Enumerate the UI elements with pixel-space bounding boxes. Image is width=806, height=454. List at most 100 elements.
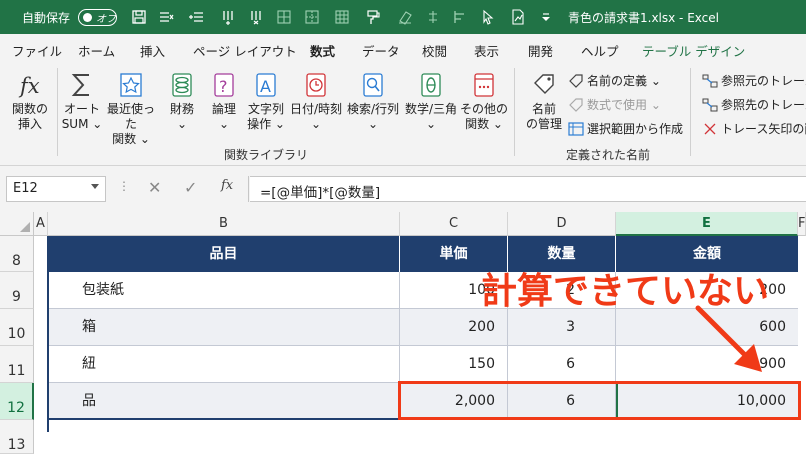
cell-price[interactable]: 200 [400,309,508,346]
logical-label-2: ⌄ [218,117,230,131]
tab-table-design[interactable]: テーブル デザイン [642,41,745,60]
grid-icon[interactable] [334,9,350,25]
group-label-function-library: 関数ライブラリ [224,148,309,162]
lookup-functions-button[interactable]: 検索/行列 ⌄ [344,70,402,132]
name-box[interactable]: E12 [6,176,106,202]
insert-columns-icon[interactable] [220,9,236,25]
trace-precedents-button[interactable]: 参照元のトレース [702,72,806,89]
row-header-10[interactable]: 10 [0,309,34,346]
select-all-button[interactable] [0,212,34,236]
define-name-button[interactable]: 名前の定義 ⌄ [568,72,661,89]
star-icon [117,70,145,100]
cell-item[interactable]: 箱 [48,309,400,346]
datetime-functions-button[interactable]: 日付/時刻 ⌄ [288,70,344,132]
ribbon-separator [514,68,515,156]
financial-functions-button[interactable]: 財務 ⌄ [162,70,202,132]
tab-help[interactable]: ヘルプ [581,41,619,60]
document-icon[interactable] [510,9,526,25]
save-icon[interactable] [131,9,147,25]
text-functions-button[interactable]: A 文字列 操作 ⌄ [244,70,288,132]
cancel-icon[interactable]: ✕ [148,178,161,197]
autosave-toggle[interactable]: オフ [78,9,117,26]
tab-formulas[interactable]: 数式 [310,41,336,66]
cell-item[interactable]: 品 [48,383,400,420]
math-label-2: ⌄ [425,117,437,131]
formula-tag-icon [569,97,583,112]
table-row: 紐 150 6 900 [48,346,798,383]
remove-arrows-button[interactable]: トレース矢印の削除 [702,120,806,137]
financial-label-1: 財務 [169,102,194,116]
use-in-formula-label: 数式で使用 ⌄ [587,98,661,112]
create-from-selection-button[interactable]: 選択範囲から作成 [568,120,683,137]
tag-small-icon [569,73,583,88]
tab-developer[interactable]: 開発 [528,41,553,60]
delete-columns-icon[interactable] [248,9,264,25]
header-cell-item[interactable]: 品目 [48,236,400,272]
tab-insert[interactable]: 挿入 [140,41,165,60]
clear-format-icon[interactable] [397,9,413,25]
insert-rows-icon[interactable] [188,9,204,25]
text-a-icon: A [252,70,280,100]
cell-item[interactable]: 紐 [48,346,400,383]
borders-all-icon[interactable] [276,9,292,25]
tag-icon [530,70,558,100]
logical-functions-button[interactable]: ? 論理 ⌄ [204,70,244,132]
header-cell-price[interactable]: 単価 [400,236,508,272]
row-header-11[interactable]: 11 [0,346,34,383]
cell-qty[interactable]: 6 [508,346,616,383]
header-cell-amount[interactable]: 金額 [616,236,798,272]
tab-view[interactable]: 表示 [474,41,499,60]
align-icon[interactable] [452,9,468,25]
format-painter-icon[interactable] [365,9,381,25]
tab-page-layout[interactable]: ページ レイアウト [193,41,297,60]
enter-icon[interactable]: ✓ [184,178,197,197]
tab-review[interactable]: 校閲 [422,41,447,60]
cell-item[interactable]: 包装紙 [48,272,400,309]
column-header-e[interactable]: E [616,212,798,236]
trace-precedents-label: 参照元のトレース [721,74,806,88]
theta-icon [417,70,445,100]
tab-data[interactable]: データ [362,41,400,60]
create-from-selection-label: 選択範囲から作成 [587,122,684,136]
text-label-1: 文字列 [247,102,284,116]
tab-file[interactable]: ファイル [12,41,62,60]
row-header-12[interactable]: 12 [0,383,34,420]
lookup-label-1: 検索/行列 [346,102,400,116]
formula-input[interactable]: =[@単価]*[@数量] [250,176,806,202]
recent-label-2: 関数 ⌄ [112,132,150,146]
row-header-13[interactable]: 13 [0,420,34,454]
table-row: 箱 200 3 600 [48,309,798,346]
cell-price[interactable]: 150 [400,346,508,383]
svg-text:?: ? [219,77,228,96]
borders-icon[interactable] [304,9,320,25]
trace-dependents-button[interactable]: 参照先のトレース [702,96,806,113]
window-title: 青色の請求書1.xlsx - Excel [568,11,719,25]
datetime-label-1: 日付/時刻 [289,102,343,116]
row-header-8[interactable]: 8 [0,236,34,272]
recent-functions-button[interactable]: 最近使った 関数 ⌄ [102,70,160,147]
formula-bar: E12 ⋮ ✕ ✓ fx =[@単価]*[@数量] [0,166,806,212]
merge-icon[interactable] [425,9,441,25]
pointer-icon[interactable] [480,9,496,25]
tab-home[interactable]: ホーム [78,41,115,60]
use-in-formula-button[interactable]: 数式で使用 ⌄ [568,96,661,113]
column-header-f[interactable]: F [798,212,806,236]
math-functions-button[interactable]: 数学/三角 ⌄ [402,70,460,132]
ribbon-tabs: ファイル ホーム 挿入 ページ レイアウト 数式 データ 校閲 表示 開発 ヘル… [0,34,806,66]
customize-qat-icon[interactable] [538,9,554,25]
column-header-d[interactable]: D [508,212,616,236]
fx-icon: fx [16,70,44,100]
column-header-c[interactable]: C [400,212,508,236]
autosum-button[interactable]: オート SUM ⌄ [60,70,104,132]
insert-function-icon[interactable]: fx [221,178,233,193]
column-header-a[interactable]: A [34,212,48,236]
name-box-value: E12 [13,181,38,196]
name-manager-button[interactable]: 名前 の管理 [522,70,566,132]
header-cell-qty[interactable]: 数量 [508,236,616,272]
row-header-9[interactable]: 9 [0,272,34,309]
more-functions-button[interactable]: その他の 関数 ⌄ [460,70,508,132]
delete-rows-icon[interactable] [158,9,174,25]
column-header-b[interactable]: B [48,212,400,236]
cell-qty[interactable]: 3 [508,309,616,346]
insert-function-button[interactable]: fx 関数の 挿入 [8,70,52,132]
